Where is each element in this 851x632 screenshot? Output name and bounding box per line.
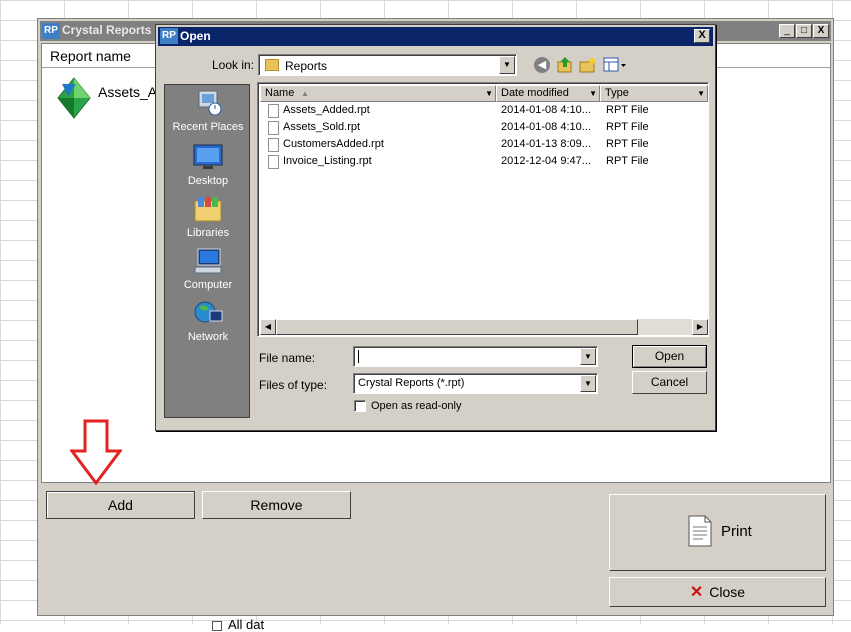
place-label: Desktop: [187, 175, 229, 187]
app-logo-icon: RP: [42, 23, 60, 39]
background-checkbox-label: All dat: [212, 617, 264, 632]
background-checkbox: [212, 620, 222, 631]
app-title: Crystal Reports: [62, 23, 152, 37]
horizontal-scrollbar[interactable]: ◀ ▶: [260, 319, 708, 335]
place-libraries[interactable]: Libraries: [165, 195, 251, 245]
file-icon: [268, 121, 279, 135]
place-label: Libraries: [186, 227, 230, 239]
print-button[interactable]: Print: [609, 494, 826, 571]
new-folder-icon[interactable]: [579, 56, 597, 74]
report-name-column[interactable]: Report name: [50, 48, 131, 64]
file-row[interactable]: Assets_Added.rpt 2014-01-08 4:10... RPT …: [260, 102, 708, 119]
file-icon: [268, 104, 279, 118]
up-folder-icon[interactable]: [556, 56, 574, 74]
column-header-date-modified[interactable]: Date modified ▼: [496, 85, 600, 102]
file-type: RPT File: [606, 155, 649, 167]
text-cursor: [358, 350, 359, 363]
print-button-label: Print: [721, 523, 752, 540]
chevron-down-icon[interactable]: ▼: [485, 86, 493, 101]
libraries-icon: [193, 195, 223, 223]
scroll-right-icon[interactable]: ▶: [692, 319, 708, 335]
column-label: Name: [265, 87, 295, 99]
desktop-icon: [193, 143, 223, 171]
file-date: 2012-12-04 9:47...: [501, 155, 591, 167]
files-of-type-label: Files of type:: [259, 378, 328, 392]
dialog-title-bar: RP Open X: [158, 27, 713, 46]
read-only-checkbox[interactable]: [354, 400, 366, 412]
file-icon: [268, 155, 279, 169]
file-name: Assets_Added.rpt: [283, 104, 370, 116]
computer-icon: [193, 247, 223, 275]
minimize-button[interactable]: _: [779, 24, 795, 38]
dialog-logo-icon: RP: [160, 28, 178, 44]
print-document-icon: [687, 515, 713, 547]
add-button[interactable]: Add: [46, 491, 195, 519]
file-row[interactable]: Assets_Sold.rpt 2014-01-08 4:10... RPT F…: [260, 119, 708, 136]
file-row[interactable]: Invoice_Listing.rpt 2012-12-04 9:47... R…: [260, 153, 708, 170]
crystal-report-icon: [56, 76, 92, 119]
view-menu-icon[interactable]: [603, 57, 627, 73]
close-button[interactable]: ✕ Close: [609, 577, 826, 607]
place-label: Network: [187, 331, 229, 343]
maximize-button[interactable]: □: [796, 24, 812, 38]
app-close-button[interactable]: X: [813, 24, 829, 38]
files-of-type-value: Crystal Reports (*.rpt): [358, 377, 465, 389]
chevron-down-icon[interactable]: ▼: [499, 56, 515, 74]
file-type: RPT File: [606, 104, 649, 116]
file-type: RPT File: [606, 121, 649, 133]
look-in-label: Look in:: [212, 58, 255, 72]
red-x-icon: ✕: [689, 584, 704, 601]
recent-places-icon: [193, 89, 223, 117]
red-down-arrow-icon: [69, 419, 123, 486]
back-icon[interactable]: ◀: [534, 57, 550, 73]
files-of-type-dropdown[interactable]: Crystal Reports (*.rpt) ▼: [353, 373, 598, 394]
file-name-input[interactable]: ▼: [353, 346, 598, 367]
chevron-down-icon[interactable]: ▼: [580, 375, 596, 392]
place-computer[interactable]: Computer: [165, 247, 251, 297]
remove-button[interactable]: Remove: [202, 491, 351, 519]
file-name: Assets_Sold.rpt: [283, 121, 361, 133]
chevron-down-icon[interactable]: ▼: [580, 348, 596, 365]
place-network[interactable]: Network: [165, 299, 251, 349]
folder-icon: [265, 59, 279, 71]
sort-ascending-icon: ▲: [301, 89, 309, 98]
column-header-type[interactable]: Type ▼: [600, 85, 708, 102]
open-button[interactable]: Open: [632, 345, 707, 368]
dialog-close-button[interactable]: X: [694, 29, 710, 43]
file-date: 2014-01-13 8:09...: [501, 138, 591, 150]
column-label: Date modified: [501, 87, 569, 99]
scrollbar-thumb[interactable]: [276, 319, 638, 335]
cancel-button[interactable]: Cancel: [632, 371, 707, 394]
column-label: Type: [605, 87, 629, 99]
place-label: Computer: [183, 279, 233, 291]
file-date: 2014-01-08 4:10...: [501, 104, 591, 116]
column-header-name[interactable]: Name ▲ ▼: [260, 85, 496, 102]
file-row[interactable]: CustomersAdded.rpt 2014-01-13 8:09... RP…: [260, 136, 708, 153]
place-label: Recent Places: [172, 121, 244, 133]
scroll-left-icon[interactable]: ◀: [260, 319, 276, 335]
look-in-value: Reports: [285, 59, 328, 73]
file-date: 2014-01-08 4:10...: [501, 121, 591, 133]
file-name-label: File name:: [259, 351, 316, 365]
place-recent-places[interactable]: Recent Places: [165, 89, 251, 139]
file-list[interactable]: Name ▲ ▼ Date modified ▼ Type ▼ Assets_A…: [257, 82, 709, 337]
chevron-down-icon[interactable]: ▼: [697, 86, 705, 101]
read-only-label[interactable]: Open as read-only: [371, 400, 462, 412]
look-in-dropdown[interactable]: Reports ▼: [258, 54, 517, 76]
file-name: CustomersAdded.rpt: [283, 138, 384, 150]
close-button-label: Close: [709, 584, 746, 600]
file-icon: [268, 138, 279, 152]
dialog-title: Open: [180, 29, 211, 43]
places-bar: Recent Places Desktop Libraries Computer…: [164, 84, 250, 418]
place-desktop[interactable]: Desktop: [165, 143, 251, 193]
file-type: RPT File: [606, 138, 649, 150]
chevron-down-icon[interactable]: ▼: [589, 86, 597, 101]
file-name: Invoice_Listing.rpt: [283, 155, 372, 167]
open-file-dialog: RP Open X Look in: Reports ▼ ◀ Recent Pl…: [155, 24, 716, 431]
network-icon: [193, 299, 223, 327]
